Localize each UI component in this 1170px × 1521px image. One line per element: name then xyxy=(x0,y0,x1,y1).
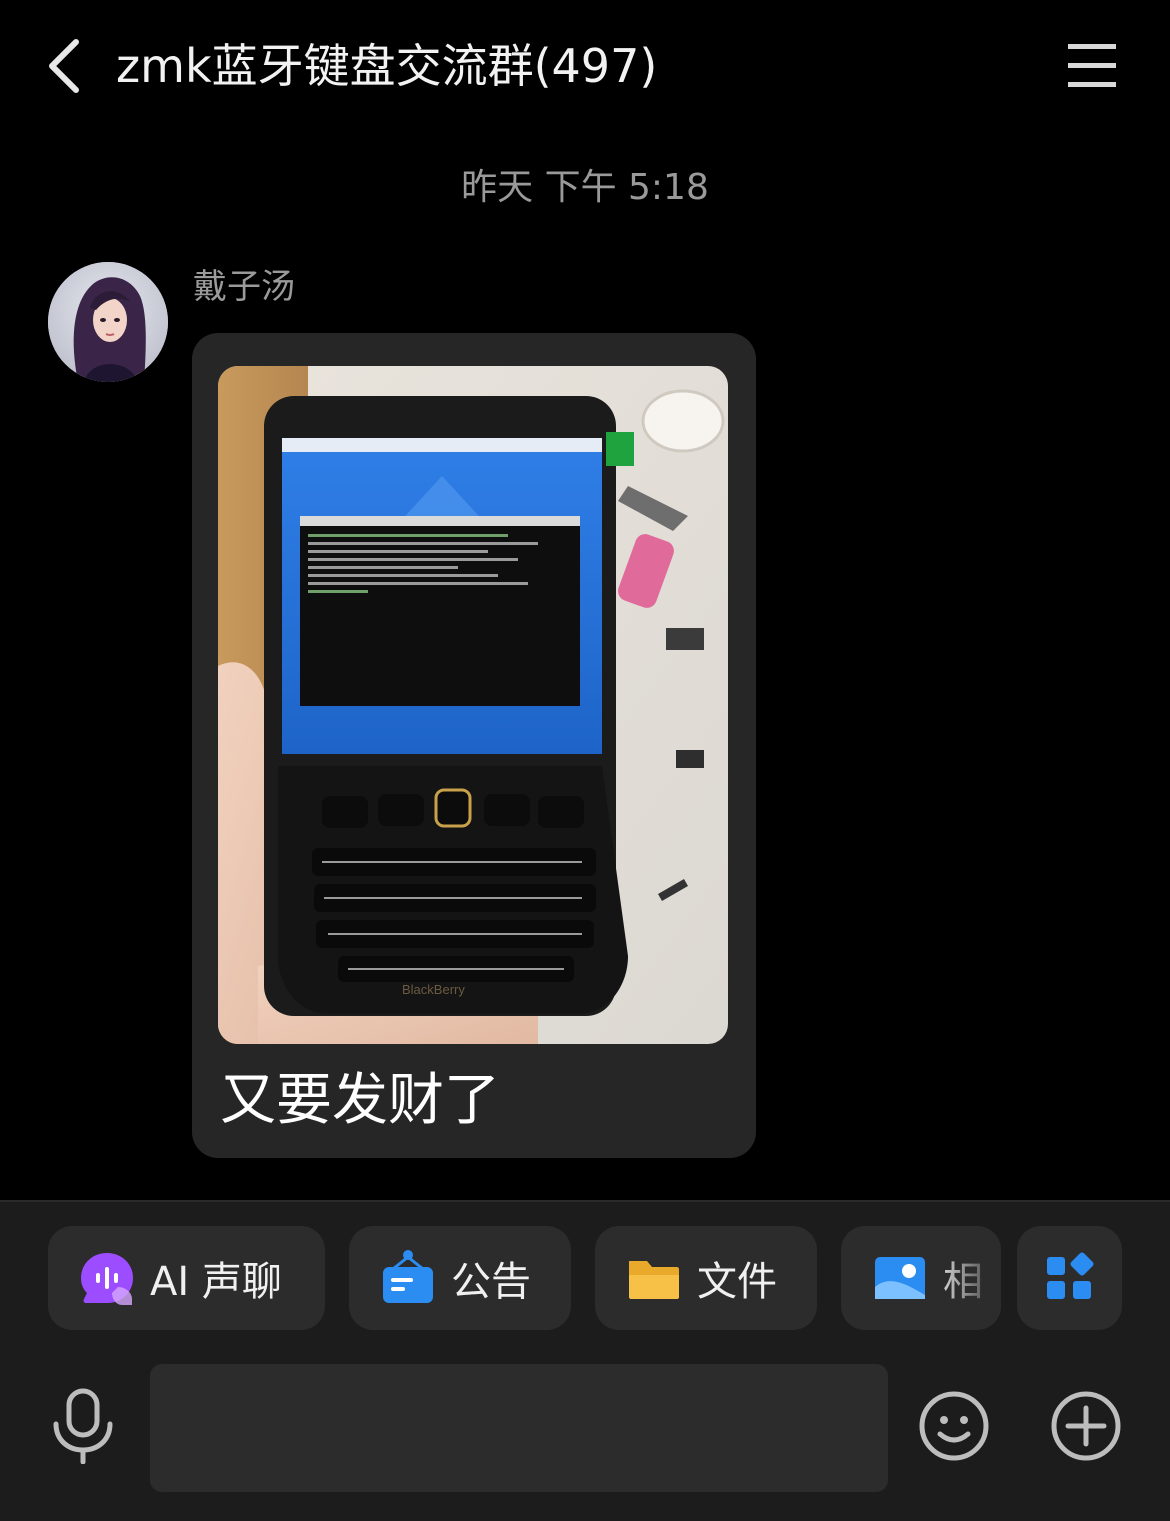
sender-name[interactable]: 戴子汤 xyxy=(193,264,295,310)
message-bubble[interactable]: BlackBerry 又要发财了 xyxy=(192,333,756,1158)
sender-avatar[interactable] xyxy=(48,262,168,382)
hamburger-menu-icon xyxy=(1068,44,1116,87)
more-options-button[interactable] xyxy=(1050,1390,1122,1462)
message-timestamp: 昨天 下午 5:18 xyxy=(461,167,709,208)
folder-icon xyxy=(629,1261,679,1299)
microphone-icon xyxy=(53,1388,113,1465)
smiley-face-icon xyxy=(919,1391,989,1461)
back-button[interactable] xyxy=(40,36,96,96)
chat-screen: zmk蓝牙键盘交流群(497) 昨天 下午 5:18 戴子汤 BlackBerr… xyxy=(0,0,1170,1521)
message-input-row xyxy=(0,1364,1170,1494)
scroll-fade xyxy=(931,1226,1001,1330)
message-input[interactable] xyxy=(150,1364,888,1492)
album-icon xyxy=(875,1257,925,1299)
bottom-panel: AI 声聊 公告 文件 相 xyxy=(0,1200,1170,1521)
announcement-icon xyxy=(383,1250,433,1303)
ai-voice-chat-icon xyxy=(81,1253,133,1305)
quick-action-label: 文件 xyxy=(697,1259,777,1305)
voice-input-button[interactable] xyxy=(50,1388,116,1465)
apps-grid-icon xyxy=(1046,1252,1093,1299)
album-button[interactable]: 相 xyxy=(841,1226,1001,1330)
quick-action-label: 公告 xyxy=(451,1259,531,1305)
quick-action-label: AI 声聊 xyxy=(150,1259,282,1305)
plus-circle-icon xyxy=(1051,1391,1121,1461)
chevron-left-icon xyxy=(49,39,79,93)
more-apps-button[interactable] xyxy=(1017,1226,1122,1330)
ai-voice-chat-button[interactable]: AI 声聊 xyxy=(48,1226,325,1330)
menu-button[interactable] xyxy=(1062,40,1122,92)
message-photo[interactable]: BlackBerry xyxy=(218,366,728,1044)
announcement-button[interactable]: 公告 xyxy=(349,1226,571,1330)
svg-text:BlackBerry: BlackBerry xyxy=(402,982,465,997)
emoji-button[interactable] xyxy=(918,1390,990,1462)
files-button[interactable]: 文件 xyxy=(595,1226,817,1330)
chat-title: zmk蓝牙键盘交流群(497) xyxy=(116,39,658,93)
chat-header: zmk蓝牙键盘交流群(497) xyxy=(0,0,1170,134)
message-text: 又要发财了 xyxy=(220,1068,500,1133)
